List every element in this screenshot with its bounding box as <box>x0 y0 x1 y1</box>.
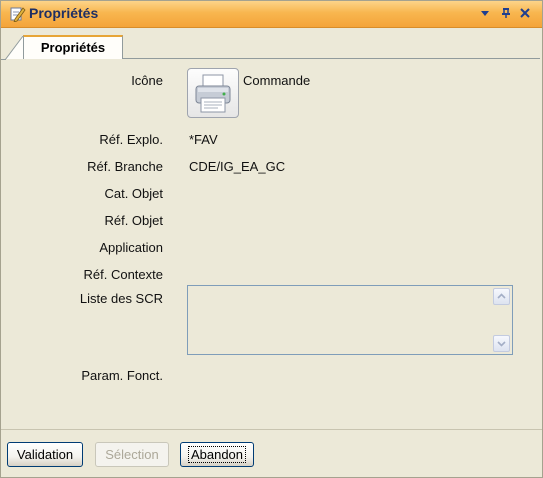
ref-branche-label: Réf. Branche <box>87 159 163 174</box>
icon-value: Commande <box>243 73 311 88</box>
liste-scr-listbox[interactable] <box>187 285 513 355</box>
tab-proprietes[interactable]: Propriétés <box>23 35 123 60</box>
icon-preview <box>187 68 239 118</box>
properties-content: Icône Commande Réf. Explo. *FAV Réf. Bra… <box>6 59 537 429</box>
chevron-down-icon <box>497 341 506 347</box>
selection-button[interactable]: Sélection <box>95 442 169 467</box>
footer-divider <box>1 429 542 430</box>
window-title: Propriétés <box>29 5 99 21</box>
ref-contexte-label: Réf. Contexte <box>83 267 164 282</box>
printer-icon <box>188 74 238 120</box>
properties-pencil-icon <box>9 5 26 23</box>
close-icon[interactable] <box>517 4 533 22</box>
scroll-up-button[interactable] <box>493 288 510 305</box>
chevron-up-icon <box>497 293 506 299</box>
title-bar: Propriétés <box>1 1 542 28</box>
ref-branche-value: CDE/IG_EA_GC <box>189 159 286 174</box>
scroll-down-button[interactable] <box>493 335 510 352</box>
tab-edge-decoration <box>1 35 25 60</box>
cat-objet-label: Cat. Objet <box>104 186 163 201</box>
validation-button[interactable]: Validation <box>7 442 83 467</box>
dropdown-arrow-icon[interactable] <box>477 4 493 22</box>
abandon-button-label: Abandon <box>187 446 247 463</box>
ref-explo-label: Réf. Explo. <box>99 132 163 147</box>
pin-icon[interactable] <box>498 4 514 22</box>
ref-explo-value: *FAV <box>189 132 218 147</box>
application-label: Application <box>99 240 163 255</box>
tab-label: Propriétés <box>40 40 106 55</box>
tab-strip: Propriétés <box>1 28 542 60</box>
param-fonct-label: Param. Fonct. <box>81 368 163 383</box>
ref-objet-label: Réf. Objet <box>104 213 163 228</box>
properties-panel: Propriétés Propriétés Icône Commande Réf… <box>0 0 543 478</box>
liste-scr-label: Liste des SCR <box>79 291 163 306</box>
abandon-button[interactable]: Abandon <box>180 442 254 467</box>
icon-label: Icône <box>131 73 163 88</box>
